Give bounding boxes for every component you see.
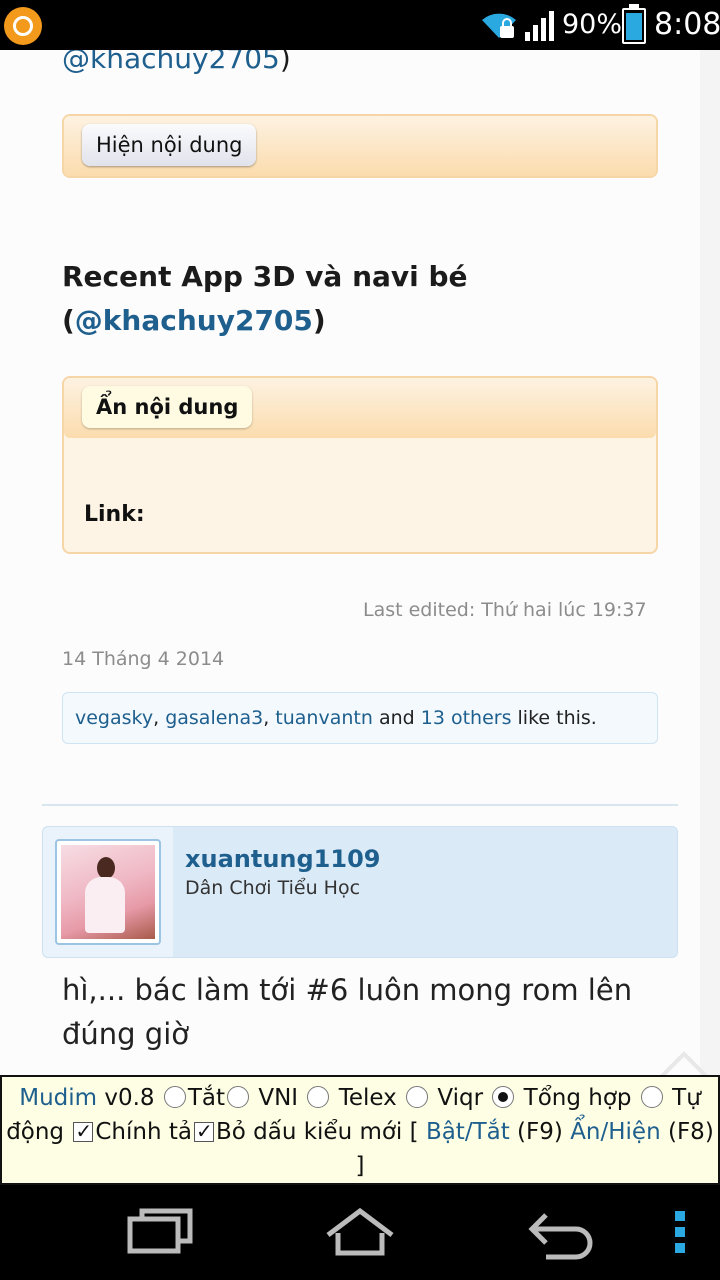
navigation-bar bbox=[0, 1185, 720, 1280]
radio-combined-label: Tổng hợp bbox=[516, 1085, 639, 1111]
toggle-link[interactable]: Bật/Tắt bbox=[426, 1119, 510, 1145]
author-card: xuantung1109 Dân Chơi Tiểu Học bbox=[42, 826, 678, 958]
post-divider bbox=[42, 804, 678, 806]
radio-telex[interactable] bbox=[307, 1086, 330, 1108]
liker-link[interactable]: tuanvantn bbox=[275, 707, 373, 729]
spoiler-box-collapsed: Hiện nội dung bbox=[62, 114, 658, 178]
heading-close-paren: ) bbox=[312, 304, 326, 337]
mudim-version: v0.8 bbox=[97, 1085, 162, 1111]
show-hide-link[interactable]: Ẩn/Hiện bbox=[570, 1119, 660, 1145]
likes-and: and bbox=[372, 707, 421, 729]
spoiler-header: Hiện nội dung bbox=[64, 116, 656, 176]
checkbox-spell[interactable] bbox=[73, 1114, 94, 1148]
recent-apps-icon[interactable] bbox=[122, 1203, 198, 1261]
heading-mention-link[interactable]: @khachuy2705 bbox=[75, 304, 313, 337]
heading-open-paren: ( bbox=[62, 304, 75, 337]
liker-link[interactable]: vegasky bbox=[75, 707, 153, 729]
overflow-menu-icon[interactable] bbox=[670, 1203, 690, 1261]
home-icon[interactable] bbox=[322, 1203, 398, 1261]
radio-vni-label: VNI bbox=[251, 1085, 306, 1111]
avatar-image bbox=[61, 845, 155, 939]
likes-suffix: like this. bbox=[511, 707, 597, 729]
likes-others-link[interactable]: 13 others bbox=[421, 707, 512, 729]
likes-summary: vegasky, gasalena3, tuanvantn and 13 oth… bbox=[62, 692, 658, 744]
post-date[interactable]: 14 Tháng 4 2014 bbox=[62, 648, 224, 670]
back-icon[interactable] bbox=[522, 1203, 598, 1261]
author-rank: Dân Chơi Tiểu Học bbox=[185, 877, 361, 899]
battery-icon bbox=[622, 4, 646, 44]
chevron-up-icon[interactable] bbox=[656, 1050, 712, 1075]
mention-close: ) bbox=[279, 50, 291, 75]
radio-vni[interactable] bbox=[227, 1086, 250, 1108]
radio-viqr-label: Viqr bbox=[430, 1085, 491, 1111]
status-bar: 90% 8:08 bbox=[0, 0, 720, 50]
heading-line1: Recent App 3D và navi bé bbox=[62, 260, 468, 293]
avatar-frame bbox=[43, 827, 173, 957]
radio-off-label: Tắt bbox=[187, 1085, 226, 1111]
spoiler-header: Ẩn nội dung bbox=[64, 378, 656, 438]
liker-link[interactable]: gasalena3 bbox=[165, 707, 263, 729]
battery-percentage: 90% bbox=[562, 9, 623, 40]
spoiler-box-expanded: Ẩn nội dung Link: bbox=[62, 376, 658, 554]
bracket-open: [ bbox=[402, 1119, 426, 1145]
hide-content-button[interactable]: Ẩn nội dung bbox=[82, 386, 253, 428]
spoiler-link-label: Link: bbox=[84, 502, 145, 527]
radio-telex-label: Telex bbox=[331, 1085, 405, 1111]
show-content-button[interactable]: Hiện nội dung bbox=[82, 124, 257, 166]
post-heading: Recent App 3D và navi bé bbox=[62, 260, 468, 293]
likes-separator: , bbox=[263, 707, 276, 729]
last-edited-text: Last edited: Thứ hai lúc 19:37 bbox=[363, 599, 647, 621]
likes-separator: , bbox=[153, 707, 166, 729]
author-name-link[interactable]: xuantung1109 bbox=[185, 845, 380, 873]
mudim-input-bar: Mudim v0.8 Tắt VNI Telex Viqr Tổng hợp T… bbox=[0, 1075, 720, 1185]
signal-icon bbox=[525, 11, 554, 41]
radio-auto[interactable] bbox=[640, 1086, 663, 1108]
thread-page: @khachuy2705) Hiện nội dung Recent App 3… bbox=[0, 50, 700, 1075]
checkbox-new-style[interactable] bbox=[193, 1114, 214, 1148]
bracket-close: ] bbox=[355, 1153, 365, 1179]
post-message: hì,... bác làm tới #6 luôn mong rom lên … bbox=[62, 973, 633, 1051]
app-notification-icon bbox=[4, 7, 42, 45]
post-heading-line2: (@khachuy2705) bbox=[62, 304, 326, 337]
checkbox-spell-label: Chính tả bbox=[95, 1119, 192, 1145]
show-hide-shortcut: (F8) bbox=[660, 1119, 714, 1145]
radio-off[interactable] bbox=[163, 1086, 186, 1108]
mention-link[interactable]: @khachuy2705 bbox=[62, 50, 280, 75]
radio-combined[interactable] bbox=[492, 1086, 515, 1108]
page-content[interactable]: @khachuy2705) Hiện nội dung Recent App 3… bbox=[0, 50, 720, 1075]
clock: 8:08 bbox=[654, 7, 720, 42]
prev-mention-line: @khachuy2705) bbox=[62, 50, 291, 75]
mudim-name-link[interactable]: Mudim bbox=[19, 1085, 97, 1111]
checkbox-new-style-label: Bỏ dấu kiểu mới bbox=[215, 1119, 403, 1145]
avatar[interactable] bbox=[55, 839, 161, 945]
wifi-icon bbox=[482, 13, 516, 38]
radio-viqr[interactable] bbox=[406, 1086, 429, 1108]
toggle-shortcut: (F9) bbox=[509, 1119, 571, 1145]
